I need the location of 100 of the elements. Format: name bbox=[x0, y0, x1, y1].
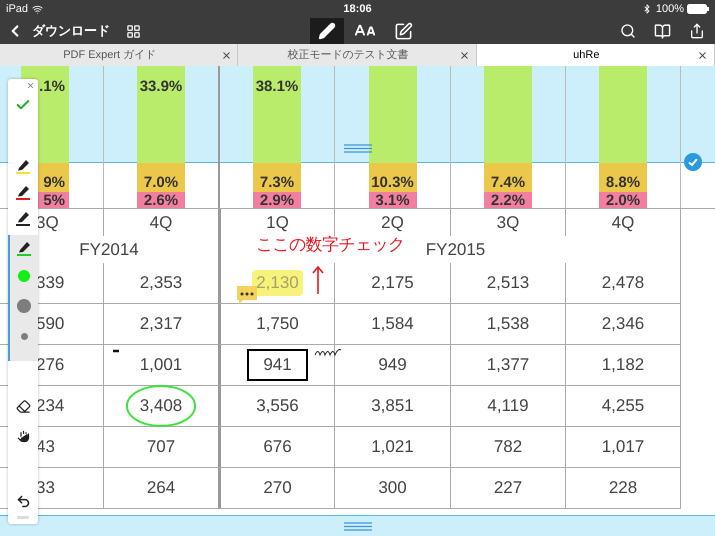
document-tab[interactable]: uhRe bbox=[476, 44, 715, 66]
comment-icon[interactable] bbox=[235, 285, 259, 305]
bar-label: 7.4% bbox=[490, 174, 526, 191]
document-tab[interactable]: PDF Expert ガイド bbox=[0, 44, 238, 66]
table-cell-text: 234 bbox=[36, 395, 64, 418]
table-cell-text: 949 bbox=[378, 354, 407, 376]
table-cell-text: 300 bbox=[378, 477, 407, 500]
handwritten-note: ここの数字チェック bbox=[256, 234, 404, 256]
highlighted-number: 2,130 bbox=[252, 270, 303, 296]
table-cell-text: 4,119 bbox=[487, 395, 529, 418]
pen-icon bbox=[16, 184, 30, 197]
tab-title: PDF Expert ガイド bbox=[62, 48, 158, 63]
bluetooth-icon bbox=[642, 4, 652, 14]
pen-icon bbox=[16, 158, 30, 171]
bar-label: 33.9% bbox=[140, 78, 182, 95]
quarter-heading: 2Q bbox=[381, 212, 404, 234]
table-cell-text: 1,001 bbox=[140, 354, 182, 376]
table-cell-text: 3,556 bbox=[256, 395, 299, 418]
table-cell-text: 676 bbox=[263, 436, 292, 458]
bar-label: 7.3% bbox=[260, 174, 294, 191]
table-cell-text: 227 bbox=[494, 477, 522, 500]
close-icon bbox=[697, 50, 708, 60]
book-icon bbox=[654, 22, 671, 40]
table-cell-text: 2,346 bbox=[602, 313, 644, 336]
tab-title: uhRe bbox=[572, 48, 600, 63]
bar-label: 10.3% bbox=[371, 174, 414, 191]
year-heading: FY2014 bbox=[79, 238, 139, 261]
boxed-number: 941 bbox=[247, 349, 308, 381]
table-cell-text: 1,750 bbox=[256, 313, 299, 336]
year-heading: FY2015 bbox=[426, 238, 486, 261]
close-icon bbox=[26, 81, 35, 90]
hand-icon bbox=[16, 428, 30, 444]
bar-label: 5% bbox=[43, 192, 65, 208]
tool-button[interactable] bbox=[310, 18, 344, 44]
close-icon bbox=[459, 50, 470, 60]
table-cell-text: 1,584 bbox=[371, 313, 414, 336]
table-cell-text: 1,377 bbox=[486, 354, 530, 376]
quarter-heading: 1Q bbox=[266, 212, 289, 234]
back-button[interactable]: ダウンロード bbox=[0, 21, 110, 41]
share-button[interactable] bbox=[689, 23, 705, 39]
table-cell-text: 2,353 bbox=[140, 272, 182, 294]
table-cell-text: 2,513 bbox=[486, 272, 530, 294]
battery-percentage: 100% bbox=[656, 2, 684, 17]
battery-icon bbox=[687, 4, 709, 14]
bar-label: 9% bbox=[43, 174, 65, 191]
table-cell-text: 228 bbox=[608, 477, 638, 500]
pen-icon bbox=[318, 22, 336, 40]
bar-label: 2.0% bbox=[606, 192, 640, 208]
book-button[interactable] bbox=[654, 22, 671, 40]
quarter-heading: 3Q bbox=[496, 212, 520, 234]
quarter-heading: 3Q bbox=[36, 212, 59, 234]
edit-icon bbox=[394, 22, 412, 40]
arrow-drawing bbox=[311, 265, 325, 295]
check-circle-icon[interactable] bbox=[684, 153, 702, 171]
drag-handle-icon[interactable] bbox=[344, 144, 372, 153]
table-cell-text: 1,017 bbox=[602, 436, 644, 458]
table-cell-text: 782 bbox=[494, 436, 522, 458]
table-cell-text: 276 bbox=[36, 354, 64, 376]
table-cell-text: 2,478 bbox=[602, 272, 644, 294]
clock: 18:06 bbox=[343, 2, 372, 17]
search-icon bbox=[620, 23, 636, 39]
document-tab[interactable]: 校正モードのテスト文書 bbox=[238, 44, 477, 66]
table-cell-text: 339 bbox=[36, 272, 64, 294]
drag-handle-icon[interactable] bbox=[344, 522, 372, 530]
device-name: iPad bbox=[6, 2, 28, 17]
grid-icon bbox=[126, 24, 140, 38]
table-cell-text: 1,182 bbox=[602, 354, 644, 376]
circled-number: 3,408 bbox=[126, 385, 196, 427]
bar-label: 38.1% bbox=[256, 78, 298, 95]
share-icon bbox=[689, 23, 705, 39]
quarter-heading: 4Q bbox=[150, 212, 172, 234]
bar-label: 2.2% bbox=[490, 192, 526, 208]
table-cell-text: 707 bbox=[146, 436, 176, 458]
table-cell-text: 264 bbox=[146, 477, 176, 500]
wifi-icon bbox=[32, 4, 44, 14]
squiggle-drawing bbox=[314, 347, 342, 357]
palette-grip[interactable] bbox=[17, 516, 29, 519]
bar-label: 8.8% bbox=[606, 174, 640, 191]
table-cell-text: 33 bbox=[36, 477, 55, 500]
bar-label: 2.9% bbox=[260, 192, 294, 208]
table-cell-text: 3,851 bbox=[371, 395, 414, 418]
table-cell-text: 270 bbox=[263, 477, 292, 500]
table-cell-text: 1,538 bbox=[486, 313, 530, 336]
pen-icon bbox=[18, 240, 30, 253]
undo-icon bbox=[16, 494, 30, 508]
close-icon bbox=[220, 50, 232, 60]
tab-title: 校正モードのテスト文書 bbox=[286, 48, 410, 63]
bar-label: .1% bbox=[39, 78, 65, 95]
pen-icon bbox=[16, 210, 30, 223]
search-button[interactable] bbox=[620, 23, 636, 39]
quarter-heading: 4Q bbox=[612, 212, 634, 234]
table-cell-text: 2,175 bbox=[371, 272, 414, 294]
close-button[interactable] bbox=[26, 81, 35, 90]
bar-label: 7.0% bbox=[144, 174, 178, 191]
eraser-icon bbox=[16, 398, 30, 414]
table-cell-text: 1,021 bbox=[371, 436, 414, 458]
table-cell-text: 2,317 bbox=[140, 313, 182, 336]
table-cell-text: 4,255 bbox=[602, 395, 644, 418]
bar-label: 3.1% bbox=[375, 192, 410, 208]
bar-label: 2.6% bbox=[144, 192, 178, 208]
